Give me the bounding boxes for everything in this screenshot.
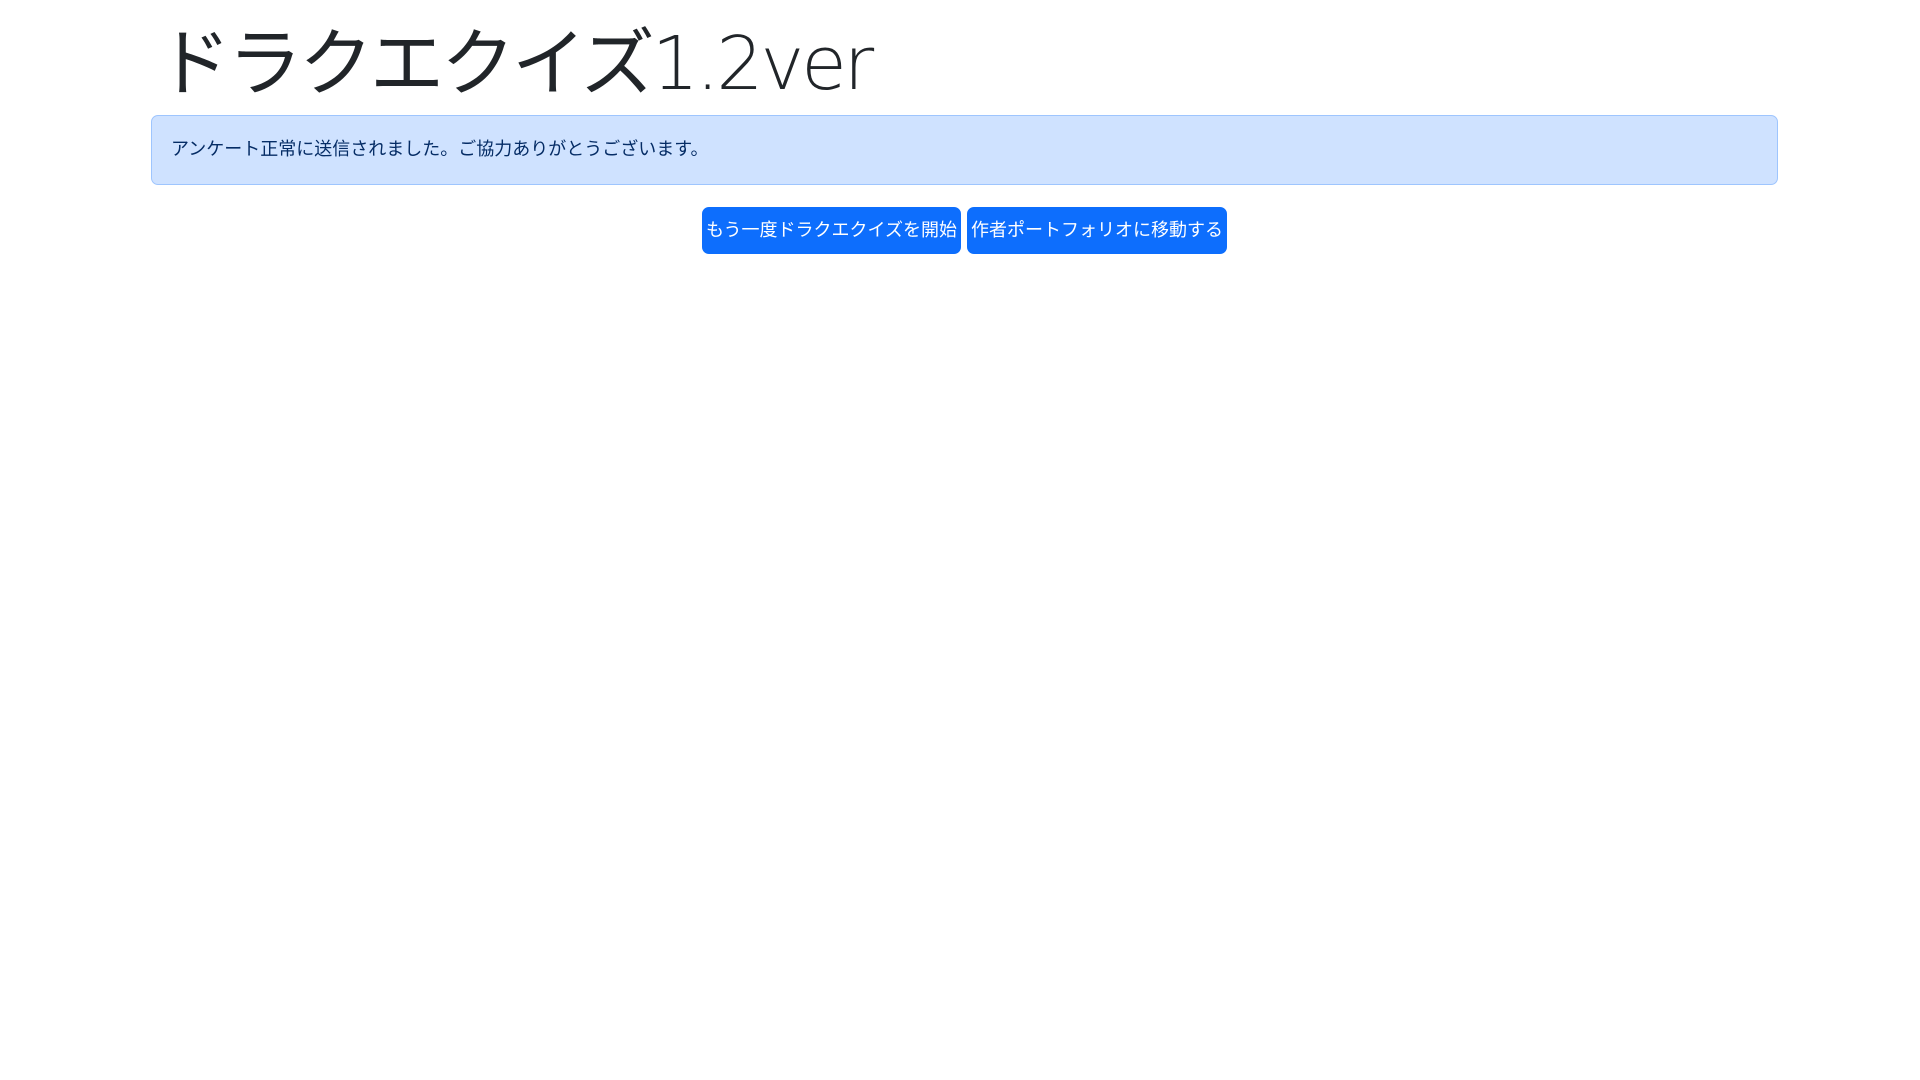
alert-message: アンケート正常に送信されました。ご協力ありがとうございます。 [171, 139, 709, 160]
portfolio-button[interactable]: 作者ポートフォリオに移動する [967, 207, 1227, 254]
success-alert: アンケート正常に送信されました。ご協力ありがとうございます。 [151, 115, 1778, 185]
page-title: ドラクエクイズ1.2ver [157, 21, 874, 107]
main-container: ドラクエクイズ1.2ver アンケート正常に送信されました。ご協力ありがとうござ… [151, 0, 1780, 254]
action-buttons: もう一度ドラクエクイズを開始 作者ポートフォリオに移動する [151, 207, 1778, 254]
restart-quiz-button[interactable]: もう一度ドラクエクイズを開始 [702, 207, 961, 254]
